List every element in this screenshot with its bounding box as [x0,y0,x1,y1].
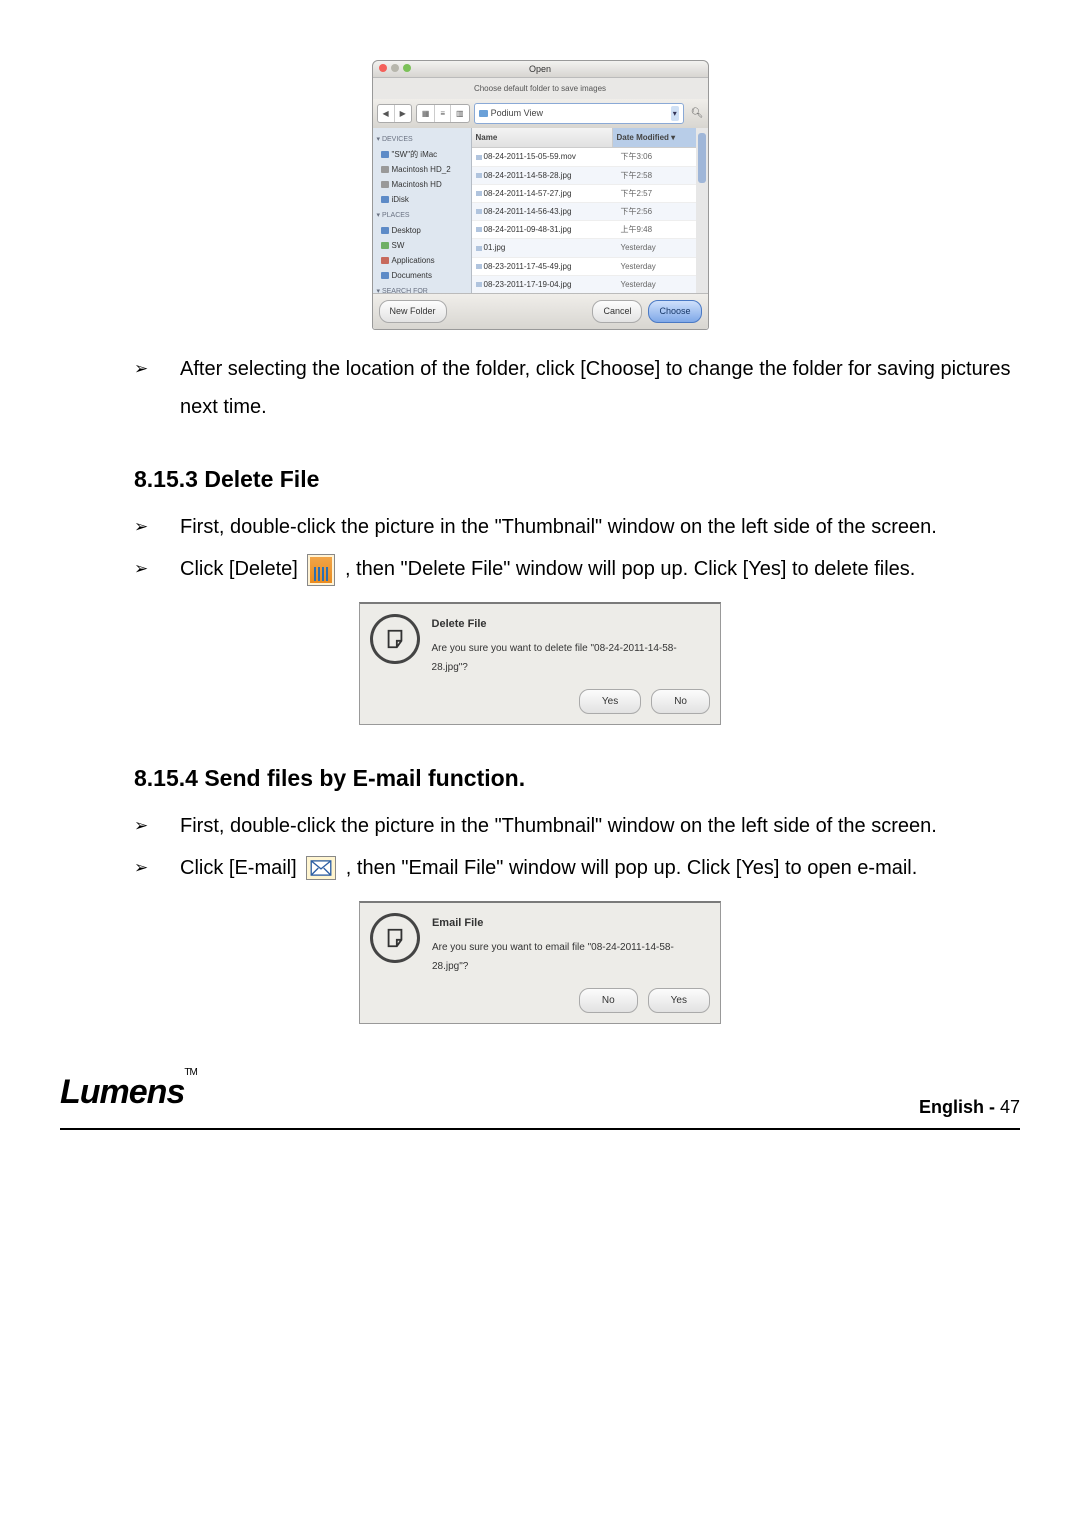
documents-icon [381,272,389,279]
bullet-icon: ➢ [134,550,180,588]
sidebar-item-docs[interactable]: Documents [377,268,467,283]
paragraph: After selecting the location of the fold… [180,350,1020,426]
folder-icon [479,110,488,117]
table-row[interactable]: 08-24-2011-09-48-31.jpg上午9:48 [472,221,696,239]
heading-email-function: 8.15.4 Send files by E-mail function. [134,757,1020,801]
new-folder-button[interactable]: New Folder [379,300,447,323]
table-row[interactable]: 08-24-2011-14-57-27.jpg下午2:57 [472,185,696,203]
sidebar-item-apps[interactable]: Applications [377,253,467,268]
computer-icon [381,151,389,158]
delete-icon [307,554,335,586]
brand-logo: LumensTM [60,1060,197,1125]
location-selector[interactable]: Podium View ▾ [474,103,684,124]
choose-button[interactable]: Choose [648,300,701,323]
back-icon[interactable]: ◀ [378,105,395,122]
window-controls[interactable] [379,64,411,72]
table-row[interactable]: 08-24-2011-15-05-59.mov下午3:06 [472,148,696,166]
location-label: Podium View [491,105,543,122]
scrollbar[interactable] [696,128,708,293]
sidebar-item-idisk[interactable]: iDisk [377,192,467,207]
sidebar-item-hd[interactable]: Macintosh HD [377,177,467,192]
drive-icon [381,166,389,173]
paragraph: First, double-click the picture in the "… [180,807,1020,845]
bullet-icon: ➢ [134,508,180,546]
email-icon [306,856,336,880]
page-footer: LumensTM English - 47 [60,1060,1020,1131]
applications-icon [381,257,389,264]
table-row[interactable]: 08-23-2011-17-45-49.jpgYesterday [472,258,696,276]
list-view-icon[interactable]: ≡ [435,105,451,122]
column-view-icon[interactable]: ▥ [451,105,469,122]
column-name[interactable]: Name [472,128,613,147]
sidebar: ▾ DEVICES "SW"的 iMac Macintosh HD_2 Maci… [373,128,472,293]
zoom-icon[interactable] [403,64,411,72]
forward-icon[interactable]: ▶ [395,105,411,122]
cancel-button[interactable]: Cancel [592,300,642,323]
paragraph: Click [E-mail] , then "Email File" windo… [180,849,1020,887]
delete-file-dialog: Delete File Are you sure you want to del… [359,602,721,725]
dialog-title: Open [529,64,551,74]
idisk-icon [381,196,389,203]
close-icon[interactable] [379,64,387,72]
table-row[interactable]: 08-23-2011-17-19-04.jpgYesterday [472,276,696,294]
dialog-title: Email File [432,913,710,934]
dialog-subtitle: Choose default folder to save images [373,78,708,99]
sidebar-places-header: ▾ PLACES [377,209,467,222]
sidebar-item-imac[interactable]: "SW"的 iMac [377,147,467,162]
bullet-icon: ➢ [134,849,180,887]
view-buttons[interactable]: ▦ ≡ ▥ [416,104,470,123]
page-number: English - 47 [919,1090,1020,1124]
desktop-icon [381,227,389,234]
sidebar-search-header: ▾ SEARCH FOR [377,285,467,293]
home-icon [381,242,389,249]
dialog-toolbar: ◀ ▶ ▦ ≡ ▥ Podium View ▾ 🔍︎ [373,99,708,128]
paragraph: Click [Delete] , then "Delete File" wind… [180,550,1020,588]
drive-icon [381,181,389,188]
email-file-dialog: Email File Are you sure you want to emai… [359,901,721,1024]
table-row[interactable]: 01.jpgYesterday [472,239,696,257]
sidebar-item-hd2[interactable]: Macintosh HD_2 [377,162,467,177]
dialog-app-icon [370,614,420,664]
dialog-title: Delete File [432,614,710,635]
table-row[interactable]: 08-24-2011-14-58-28.jpg下午2:58 [472,167,696,185]
paragraph: First, double-click the picture in the "… [180,508,1020,546]
dialog-app-icon [370,913,420,963]
table-row[interactable]: 08-24-2011-14-56-43.jpg下午2:56 [472,203,696,221]
chevron-down-icon: ▾ [671,106,679,121]
yes-button[interactable]: Yes [579,689,641,714]
search-icon[interactable]: 🔍︎ [691,104,704,123]
bullet-icon: ➢ [134,807,180,845]
file-table: Name Date Modified ▾ 08-24-2011-15-05-59… [472,128,696,293]
sidebar-item-desktop[interactable]: Desktop [377,223,467,238]
sidebar-item-sw[interactable]: SW [377,238,467,253]
no-button[interactable]: No [579,988,638,1013]
sidebar-devices-header: ▾ DEVICES [377,133,467,146]
nav-buttons[interactable]: ◀ ▶ [377,104,412,123]
bullet-icon: ➢ [134,350,180,426]
dialog-message: Are you sure you want to email file "08-… [432,938,710,976]
heading-delete-file: 8.15.3 Delete File [134,458,1020,502]
no-button[interactable]: No [651,689,710,714]
yes-button[interactable]: Yes [648,988,710,1013]
column-date[interactable]: Date Modified ▾ [613,128,696,147]
icon-view-icon[interactable]: ▦ [417,105,436,122]
minimize-icon[interactable] [391,64,399,72]
dialog-titlebar: Open [373,61,708,78]
open-dialog: Open Choose default folder to save image… [372,60,709,330]
dialog-message: Are you sure you want to delete file "08… [432,639,710,677]
